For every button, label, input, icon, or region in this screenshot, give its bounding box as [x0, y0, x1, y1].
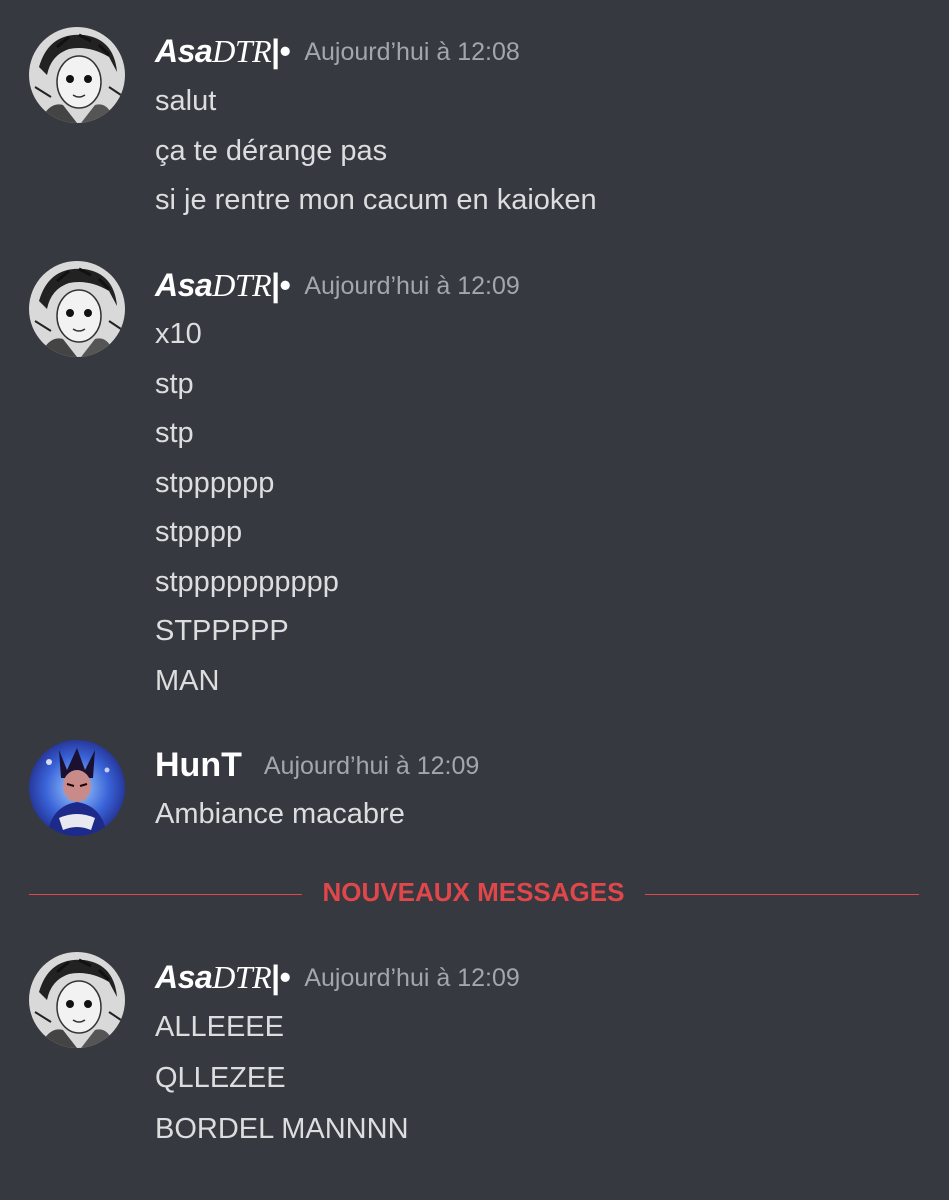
- vegeta-avatar-icon: [29, 740, 125, 836]
- username[interactable]: AsaDTR|•: [155, 958, 291, 996]
- message-line: salut: [155, 85, 217, 117]
- username[interactable]: AsaDTR|•: [155, 32, 291, 70]
- message-line: stpppppppppp: [155, 565, 339, 598]
- manga-avatar-icon: [29, 27, 125, 123]
- message-line: MAN: [155, 664, 220, 697]
- timestamp[interactable]: Aujourd’hui à 12:09: [304, 272, 519, 300]
- avatar[interactable]: [29, 952, 125, 1048]
- message-line: ALLEEEE: [155, 1011, 284, 1043]
- divider-line: [29, 894, 302, 895]
- avatar[interactable]: [29, 261, 125, 357]
- message-line: x10: [155, 318, 202, 350]
- message-line: stp: [155, 417, 194, 449]
- message-line: Ambiance macabre: [155, 798, 405, 830]
- manga-avatar-icon: [29, 261, 125, 357]
- message-header: AsaDTR|• Aujourd’hui à 12:08: [155, 32, 520, 70]
- avatar[interactable]: [29, 740, 125, 836]
- message-content: salut ça te dérange pas si je rentre mon…: [155, 77, 597, 226]
- manga-avatar-icon: [29, 952, 125, 1048]
- avatar[interactable]: [29, 27, 125, 123]
- message-line: stpppppp: [155, 466, 275, 499]
- username[interactable]: HunT: [155, 746, 242, 784]
- timestamp[interactable]: Aujourd’hui à 12:09: [304, 964, 519, 992]
- message-header: HunT Aujourd’hui à 12:09: [155, 746, 479, 785]
- username[interactable]: AsaDTR|•: [155, 266, 291, 304]
- message-header: AsaDTR|• Aujourd’hui à 12:09: [155, 958, 520, 996]
- timestamp[interactable]: Aujourd’hui à 12:08: [304, 38, 519, 66]
- timestamp[interactable]: Aujourd’hui à 12:09: [264, 752, 479, 780]
- message-line: STPPPPP: [155, 615, 289, 647]
- message-content: ALLEEEE QLLEZEE BORDEL MANNNN: [155, 1002, 409, 1155]
- message-content: Ambiance macabre: [155, 790, 405, 840]
- message-line: ça te dérange pas: [155, 134, 388, 167]
- message-content: x10 stp stp stpppppp stpppp stpppppppppp…: [155, 310, 339, 706]
- new-messages-label: NOUVEAUX MESSAGES: [322, 877, 625, 907]
- message-line: stpppp: [155, 516, 243, 548]
- message-line: si je rentre mon cacum en kaioken: [155, 184, 597, 216]
- message-line: stp: [155, 367, 194, 400]
- message-header: AsaDTR|• Aujourd’hui à 12:09: [155, 266, 520, 304]
- message-line: BORDEL MANNNN: [155, 1113, 409, 1145]
- divider-line: [645, 894, 919, 895]
- new-messages-divider: NOUVEAUX MESSAGES: [29, 872, 919, 916]
- message-line: QLLEZEE: [155, 1062, 286, 1094]
